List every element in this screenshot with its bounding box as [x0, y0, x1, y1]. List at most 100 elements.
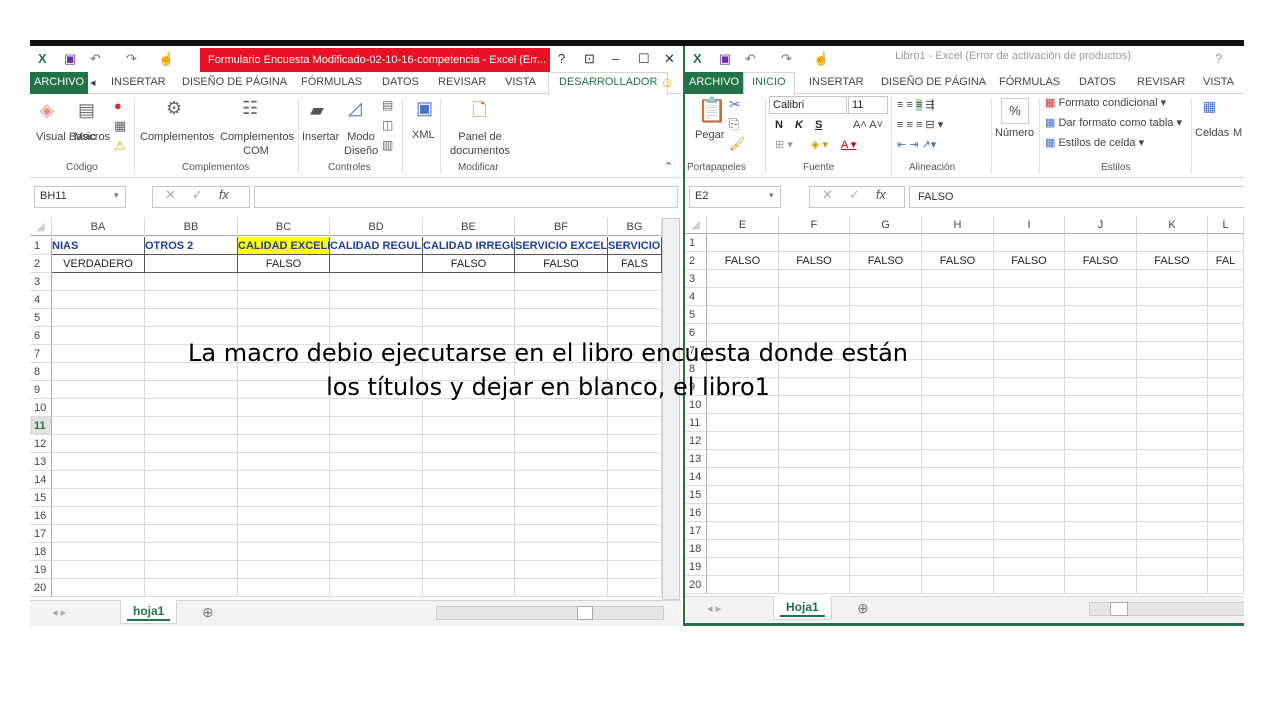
cell-BA16[interactable] — [52, 507, 145, 525]
cell-K8[interactable] — [1137, 360, 1208, 378]
celdas-button[interactable]: Celdas — [1195, 126, 1229, 140]
column-header-BB[interactable]: BB — [145, 218, 238, 236]
formula-input[interactable]: FALSO — [909, 186, 1244, 208]
cell-H2[interactable]: FALSO — [922, 252, 994, 270]
cancel-icon[interactable]: ✕ — [165, 187, 176, 202]
cell-L2[interactable]: FAL — [1208, 252, 1244, 270]
cell-BD3[interactable] — [330, 273, 423, 291]
cell-K6[interactable] — [1137, 324, 1208, 342]
cell-BG2[interactable]: FALS — [608, 255, 662, 273]
cell-I15[interactable] — [994, 486, 1065, 504]
macro-security-icon[interactable]: ⚠ — [114, 138, 126, 154]
cell-BE3[interactable] — [423, 273, 515, 291]
cell-I1[interactable] — [994, 234, 1065, 252]
borders-icon[interactable]: ⊞ ▾ — [775, 138, 793, 152]
cell-BA11[interactable] — [52, 417, 145, 435]
cell-I6[interactable] — [994, 324, 1065, 342]
sheet-tab-hoja1[interactable]: Hoja1 — [773, 596, 832, 620]
cell-E18[interactable] — [707, 540, 779, 558]
cell-BB11[interactable] — [145, 417, 238, 435]
cell-E4[interactable] — [707, 288, 779, 306]
cell-L19[interactable] — [1208, 558, 1244, 576]
column-header-H[interactable]: H — [922, 216, 994, 234]
row-header-15[interactable]: 15 — [685, 486, 707, 504]
save-icon[interactable]: ▣ — [64, 51, 76, 67]
cell-BG17[interactable] — [608, 525, 662, 543]
cell-G3[interactable] — [850, 270, 922, 288]
font-color-icon[interactable]: A ▾ — [841, 138, 856, 152]
cell-BC19[interactable] — [238, 561, 330, 579]
cell-BB12[interactable] — [145, 435, 238, 453]
row-header-19[interactable]: 19 — [685, 558, 707, 576]
cell-I20[interactable] — [994, 576, 1065, 594]
cell-L14[interactable] — [1208, 468, 1244, 486]
column-header-BF[interactable]: BF — [515, 218, 608, 236]
cell-BC17[interactable] — [238, 525, 330, 543]
cell-L9[interactable] — [1208, 378, 1244, 396]
cell-E20[interactable] — [707, 576, 779, 594]
horizontal-scrollbar[interactable] — [1089, 602, 1244, 616]
cell-K1[interactable] — [1137, 234, 1208, 252]
cell-BA5[interactable] — [52, 309, 145, 327]
cell-BF18[interactable] — [515, 543, 608, 561]
cell-G4[interactable] — [850, 288, 922, 306]
cell-K19[interactable] — [1137, 558, 1208, 576]
cell-F4[interactable] — [779, 288, 850, 306]
column-header-BG[interactable]: BG — [608, 218, 662, 236]
relative-ref-icon[interactable]: ▦ — [114, 118, 126, 134]
cell-BE1[interactable]: CALIDAD IRREGU — [423, 237, 515, 255]
cell-BE19[interactable] — [423, 561, 515, 579]
cell-BC1[interactable]: CALIDAD EXCELE — [238, 237, 330, 255]
cell-BE13[interactable] — [423, 453, 515, 471]
cell-BG4[interactable] — [608, 291, 662, 309]
redo-icon[interactable]: ↷ — [126, 51, 137, 67]
cell-BG15[interactable] — [608, 489, 662, 507]
cell-G2[interactable]: FALSO — [850, 252, 922, 270]
cell-BG16[interactable] — [608, 507, 662, 525]
modo-diseno-button[interactable]: Modo Diseño — [344, 130, 378, 158]
cell-BC16[interactable] — [238, 507, 330, 525]
cell-BA3[interactable] — [52, 273, 145, 291]
row-header-10[interactable]: 10 — [30, 399, 52, 417]
row-header-2[interactable]: 2 — [685, 252, 707, 270]
insert-function-icon[interactable]: fx — [219, 187, 229, 202]
cell-I3[interactable] — [994, 270, 1065, 288]
cell-L16[interactable] — [1208, 504, 1244, 522]
cell-L5[interactable] — [1208, 306, 1244, 324]
cell-J1[interactable] — [1065, 234, 1137, 252]
cell-E1[interactable] — [707, 234, 779, 252]
tab-insertar[interactable]: INSERTAR — [809, 76, 864, 88]
help-icon[interactable]: ? — [1215, 51, 1222, 66]
cell-L8[interactable] — [1208, 360, 1244, 378]
row-header-12[interactable]: 12 — [30, 435, 52, 453]
cell-BF4[interactable] — [515, 291, 608, 309]
cell-BC15[interactable] — [238, 489, 330, 507]
column-header-BE[interactable]: BE — [423, 218, 515, 236]
cell-J19[interactable] — [1065, 558, 1137, 576]
fill-color-icon[interactable]: ◈ ▾ — [811, 138, 828, 152]
spreadsheet-grid[interactable]: ◢ E F G H I J K L 1 2 FALSO FALSO FALSO FALSO FALSO FALS… — [685, 216, 1244, 600]
cell-G16[interactable] — [850, 504, 922, 522]
row-header-18[interactable]: 18 — [30, 543, 52, 561]
panel-documentos-button[interactable]: Panel de documentos — [448, 130, 512, 158]
cell-J8[interactable] — [1065, 360, 1137, 378]
cell-BC14[interactable] — [238, 471, 330, 489]
cell-H5[interactable] — [922, 306, 994, 324]
cell-I7[interactable] — [994, 342, 1065, 360]
cell-K14[interactable] — [1137, 468, 1208, 486]
cell-BG19[interactable] — [608, 561, 662, 579]
cell-G1[interactable] — [850, 234, 922, 252]
tab-vista[interactable]: VISTA — [1203, 76, 1234, 88]
name-box[interactable]: E2 — [689, 186, 781, 208]
grow-font-icon[interactable]: A˄ A˅ — [853, 118, 883, 132]
tab-diseno-pagina[interactable]: DISEÑO DE PÁGINA — [182, 76, 287, 88]
cell-K7[interactable] — [1137, 342, 1208, 360]
cell-BC5[interactable] — [238, 309, 330, 327]
cell-F17[interactable] — [779, 522, 850, 540]
tab-insertar[interactable]: INSERTAR — [111, 76, 166, 88]
enter-icon[interactable]: ✓ — [849, 187, 860, 202]
cell-L20[interactable] — [1208, 576, 1244, 594]
cell-F15[interactable] — [779, 486, 850, 504]
cell-I14[interactable] — [994, 468, 1065, 486]
cell-K16[interactable] — [1137, 504, 1208, 522]
